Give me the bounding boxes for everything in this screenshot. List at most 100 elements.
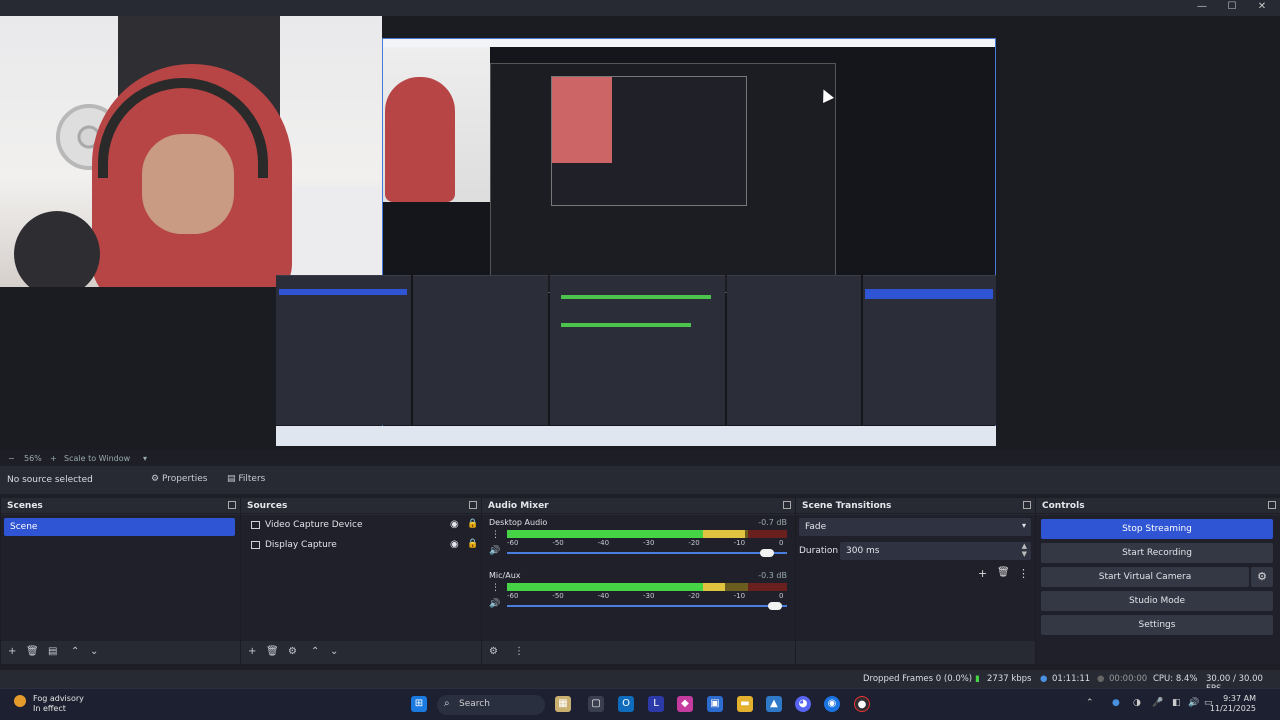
scale-dropdown-icon[interactable]: ▾ — [143, 454, 147, 463]
transition-select[interactable]: Fade ▾ — [799, 518, 1031, 536]
visibility-eye-icon[interactable]: ◉ — [450, 519, 459, 530]
windows-start-icon[interactable]: ⊞ — [411, 696, 427, 712]
window-titlebar: — ☐ ✕ — [0, 0, 1280, 16]
source-item[interactable]: Display Capture ◉ 🔒 — [247, 537, 478, 555]
store-icon[interactable]: ▣ — [707, 696, 723, 712]
meter-tick-label: 0 — [779, 592, 784, 600]
move-up-icon[interactable]: ⌃ — [311, 646, 319, 657]
source-item[interactable]: Video Capture Device ◉ 🔒 — [247, 517, 478, 535]
zoom-plus-icon[interactable]: + — [50, 454, 57, 463]
recursive-preview-inner — [551, 76, 747, 206]
bed-image — [280, 186, 382, 287]
advanced-audio-icon[interactable]: ⚙ — [489, 646, 498, 657]
search-label: Search — [459, 699, 490, 709]
move-down-icon[interactable]: ⌄ — [330, 646, 338, 657]
add-source-icon[interactable]: + — [248, 646, 256, 657]
obs-icon[interactable]: ● — [854, 696, 870, 712]
network-icon[interactable]: ◧ — [1172, 698, 1181, 708]
properties-bar: No source selected ⚙ Properties ▤ Filter… — [0, 466, 1280, 494]
volume-knob[interactable] — [767, 602, 782, 610]
recursive-preview — [490, 63, 836, 293]
start-recording-button[interactable]: Start Recording — [1041, 543, 1273, 563]
popout-icon[interactable] — [469, 501, 477, 509]
studio-mode-button[interactable]: Studio Mode — [1041, 591, 1273, 611]
filters-icon[interactable]: ▤ — [48, 646, 57, 657]
l-app-icon[interactable]: L — [648, 696, 664, 712]
move-down-icon[interactable]: ⌄ — [90, 646, 98, 657]
widget-icon[interactable]: ▦ — [555, 696, 571, 712]
channel-menu-icon[interactable]: ⋮ — [491, 530, 500, 540]
stream-icon: ● — [1040, 674, 1048, 684]
filters-button[interactable]: ▤ Filters — [227, 472, 265, 488]
discord-icon[interactable]: ◕ — [795, 696, 811, 712]
move-up-icon[interactable]: ⌃ — [71, 646, 79, 657]
zoom-minus-icon[interactable]: − — [8, 454, 15, 463]
folder-icon[interactable]: ▬ — [737, 696, 753, 712]
speaker-icon[interactable]: 🔊 — [489, 546, 500, 556]
copilot-icon[interactable]: ◆ — [677, 696, 693, 712]
audio-mixer-title: Audio Mixer — [488, 501, 549, 511]
popout-icon[interactable] — [1023, 501, 1031, 509]
transition-menu-icon[interactable]: ⋮ — [1018, 567, 1029, 580]
popout-icon[interactable] — [228, 501, 236, 509]
add-scene-icon[interactable]: + — [8, 646, 16, 657]
outlook-icon[interactable]: O — [618, 696, 634, 712]
lock-icon[interactable]: 🔒 — [467, 539, 478, 549]
volume-knob[interactable] — [759, 549, 774, 557]
filters-label: Filters — [238, 474, 266, 484]
lock-icon[interactable]: 🔒 — [467, 519, 478, 529]
properties-button[interactable]: ⚙ Properties — [151, 472, 207, 488]
popout-icon[interactable] — [783, 501, 791, 509]
record-time: 00:00:00 — [1109, 674, 1148, 684]
visibility-eye-icon[interactable]: ◉ — [450, 539, 459, 550]
duration-value: 300 ms — [846, 546, 880, 556]
clock[interactable]: 9:37 AM 11/21/2025 — [1210, 694, 1256, 714]
weather-icon[interactable] — [14, 695, 26, 707]
browser-icon[interactable]: ◉ — [824, 696, 840, 712]
tray-chevron-icon[interactable]: ⌃ — [1086, 698, 1094, 708]
maximize-button[interactable]: ☐ — [1218, 1, 1246, 12]
remove-source-icon[interactable]: 🗑 — [266, 646, 279, 657]
sources-dock: Sources Video Capture Device ◉ 🔒 Display… — [240, 498, 481, 664]
file-explorer-icon[interactable]: ▢ — [588, 696, 604, 712]
search-icon: ⌕ — [444, 698, 450, 709]
source-properties-icon[interactable]: ⚙ — [288, 646, 297, 657]
tray-app-icon[interactable]: ◑ — [1133, 698, 1141, 708]
channel-menu-icon[interactable]: ⋮ — [491, 583, 500, 593]
preview-canvas[interactable] — [0, 16, 1280, 450]
duration-input[interactable]: 300 ms ▲ ▼ — [840, 542, 1031, 560]
close-button[interactable]: ✕ — [1248, 1, 1276, 12]
virtual-camera-settings-icon[interactable]: ⚙ — [1251, 567, 1273, 587]
capture-topbar — [383, 39, 995, 47]
stop-streaming-button[interactable]: Stop Streaming — [1041, 519, 1273, 539]
controls-dock: Controls Stop Streaming Start Recording … — [1035, 498, 1280, 664]
source-label: Video Capture Device — [265, 520, 363, 530]
volume-slider[interactable] — [507, 602, 787, 610]
remove-scene-icon[interactable]: 🗑 — [26, 646, 39, 657]
chevron-down-icon: ▾ — [1021, 521, 1026, 530]
tray-dot-icon[interactable]: ● — [1112, 698, 1120, 708]
weather-line2: In effect — [33, 704, 66, 713]
start-virtual-camera-button[interactable]: Start Virtual Camera — [1041, 567, 1249, 587]
volume-icon[interactable]: 🔊 — [1188, 698, 1199, 708]
scene-item[interactable]: Scene — [4, 518, 235, 536]
weather-widget[interactable]: Fog advisory In effect — [33, 694, 84, 714]
settings-button[interactable]: Settings — [1041, 615, 1273, 635]
cpu-usage: CPU: 8.4% — [1153, 674, 1198, 684]
taskbar-search[interactable]: ⌕ Search — [437, 695, 545, 715]
spin-arrows-icon[interactable]: ▲ ▼ — [1022, 542, 1027, 558]
meter-tick-label: -50 — [552, 539, 564, 547]
scale-mode[interactable]: Scale to Window — [64, 454, 130, 463]
clock-date: 11/21/2025 — [1209, 704, 1256, 713]
popout-icon[interactable] — [1268, 501, 1276, 509]
meter-tick-label: -10 — [733, 539, 746, 547]
add-transition-icon[interactable]: + — [978, 567, 987, 580]
minimize-button[interactable]: — — [1188, 1, 1216, 12]
remove-transition-icon[interactable]: 🗑 — [997, 567, 1010, 578]
microphone-icon[interactable]: 🎤 — [1152, 698, 1163, 708]
speaker-icon[interactable]: 🔊 — [489, 599, 500, 609]
volume-slider[interactable] — [507, 549, 787, 557]
controls-title: Controls — [1042, 501, 1085, 511]
mixer-menu-icon[interactable]: ⋮ — [514, 646, 524, 657]
photos-icon[interactable]: ▲ — [766, 696, 782, 712]
